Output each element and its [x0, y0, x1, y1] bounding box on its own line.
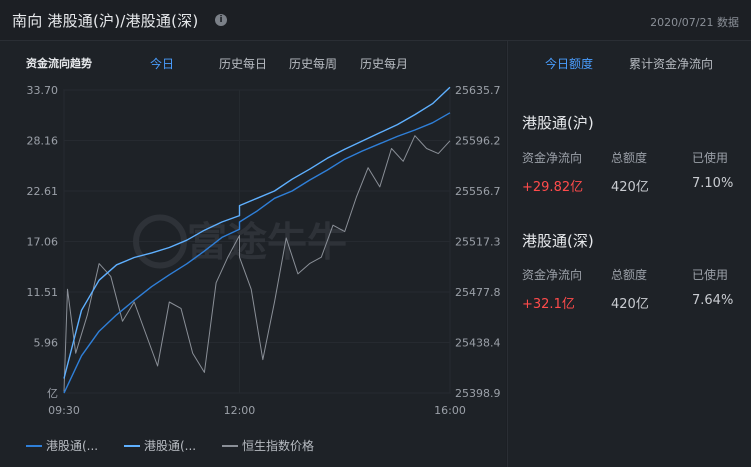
- legend-item-sh[interactable]: 港股通(...: [26, 437, 98, 454]
- y-left-tick-label: 5.96: [34, 337, 59, 350]
- y-right-tick-label: 25398.9: [455, 387, 501, 400]
- y-left-tick-label: 11.51: [27, 286, 59, 299]
- used-value-sz: 7.64%: [692, 293, 734, 308]
- tab-today-quota[interactable]: 今日额度: [545, 55, 593, 72]
- y-right-tick-label: 25517.3: [455, 236, 501, 249]
- total-value-sz: 420亿: [611, 297, 649, 312]
- x-tick-label: 09:30: [48, 404, 80, 417]
- x-tick-label: 12:00: [224, 404, 256, 417]
- net-flow-value-sz: +32.1亿: [522, 297, 575, 312]
- y-left-tick-label: 28.16: [27, 135, 59, 148]
- tab-cumulative-flow[interactable]: 累计资金净流向: [629, 55, 713, 72]
- y-right-tick-label: 25438.4: [455, 337, 501, 350]
- y-left-tick-label: 22.61: [27, 185, 59, 198]
- col-used-label: 已使用: [692, 268, 729, 282]
- legend-item-sz[interactable]: 港股通(...: [124, 437, 196, 454]
- header-bar: 南向 港股通(沪)/港股通(深) i 2020/07/21 数据: [0, 0, 751, 41]
- section-title-sz: 港股通(深): [522, 232, 594, 250]
- data-date: 2020/07/21 数据: [650, 16, 739, 29]
- legend-label: 恒生指数价格: [242, 439, 315, 453]
- legend-swatch-icon: [124, 444, 140, 447]
- y-left-tick-label: 17.06: [27, 236, 59, 249]
- col-total-label: 总额度: [611, 151, 648, 165]
- quota-panel: 今日额度 累计资金净流向 港股通(沪) 资金净流向 总额度 已使用 +29.82…: [507, 41, 751, 467]
- x-tick-label: 16:00: [434, 404, 466, 417]
- page-title: 南向 港股通(沪)/港股通(深): [12, 12, 199, 30]
- legend-label: 港股通(...: [46, 439, 99, 453]
- y-right-tick-label: 25635.7: [455, 84, 501, 97]
- y-right-tick-label: 25477.8: [455, 286, 501, 299]
- legend-label: 港股通(...: [144, 439, 197, 453]
- chart-panel: 资金流向趋势 今日 历史每日 历史每周 历史每月 富途牛牛 33.70 28.16 2…: [0, 41, 506, 467]
- section-title-sh: 港股通(沪): [522, 114, 594, 132]
- legend-item-hsi[interactable]: 恒生指数价格: [222, 437, 314, 454]
- flow-chart[interactable]: 富途牛牛33.7028.1622.6117.0611.515.96亿25635.…: [0, 41, 506, 431]
- col-net-flow-label: 资金净流向: [522, 151, 583, 165]
- total-value-sh: 420亿: [611, 180, 649, 195]
- col-used-label: 已使用: [692, 151, 729, 165]
- quota-tabs: 今日额度 累计资金净流向: [508, 55, 751, 75]
- info-icon[interactable]: i: [215, 14, 227, 26]
- used-value-sh: 7.10%: [692, 176, 734, 191]
- col-total-label: 总额度: [611, 268, 648, 282]
- col-net-flow-label: 资金净流向: [522, 268, 583, 282]
- y-right-tick-label: 25596.2: [455, 135, 501, 148]
- y-right-tick-label: 25556.7: [455, 185, 501, 198]
- y-left-tick-label: 亿: [47, 387, 58, 400]
- y-left-tick-label: 33.70: [27, 84, 59, 97]
- legend-swatch-icon: [222, 444, 238, 447]
- net-flow-value-sh: +29.82亿: [522, 180, 584, 195]
- legend-swatch-icon: [26, 444, 42, 447]
